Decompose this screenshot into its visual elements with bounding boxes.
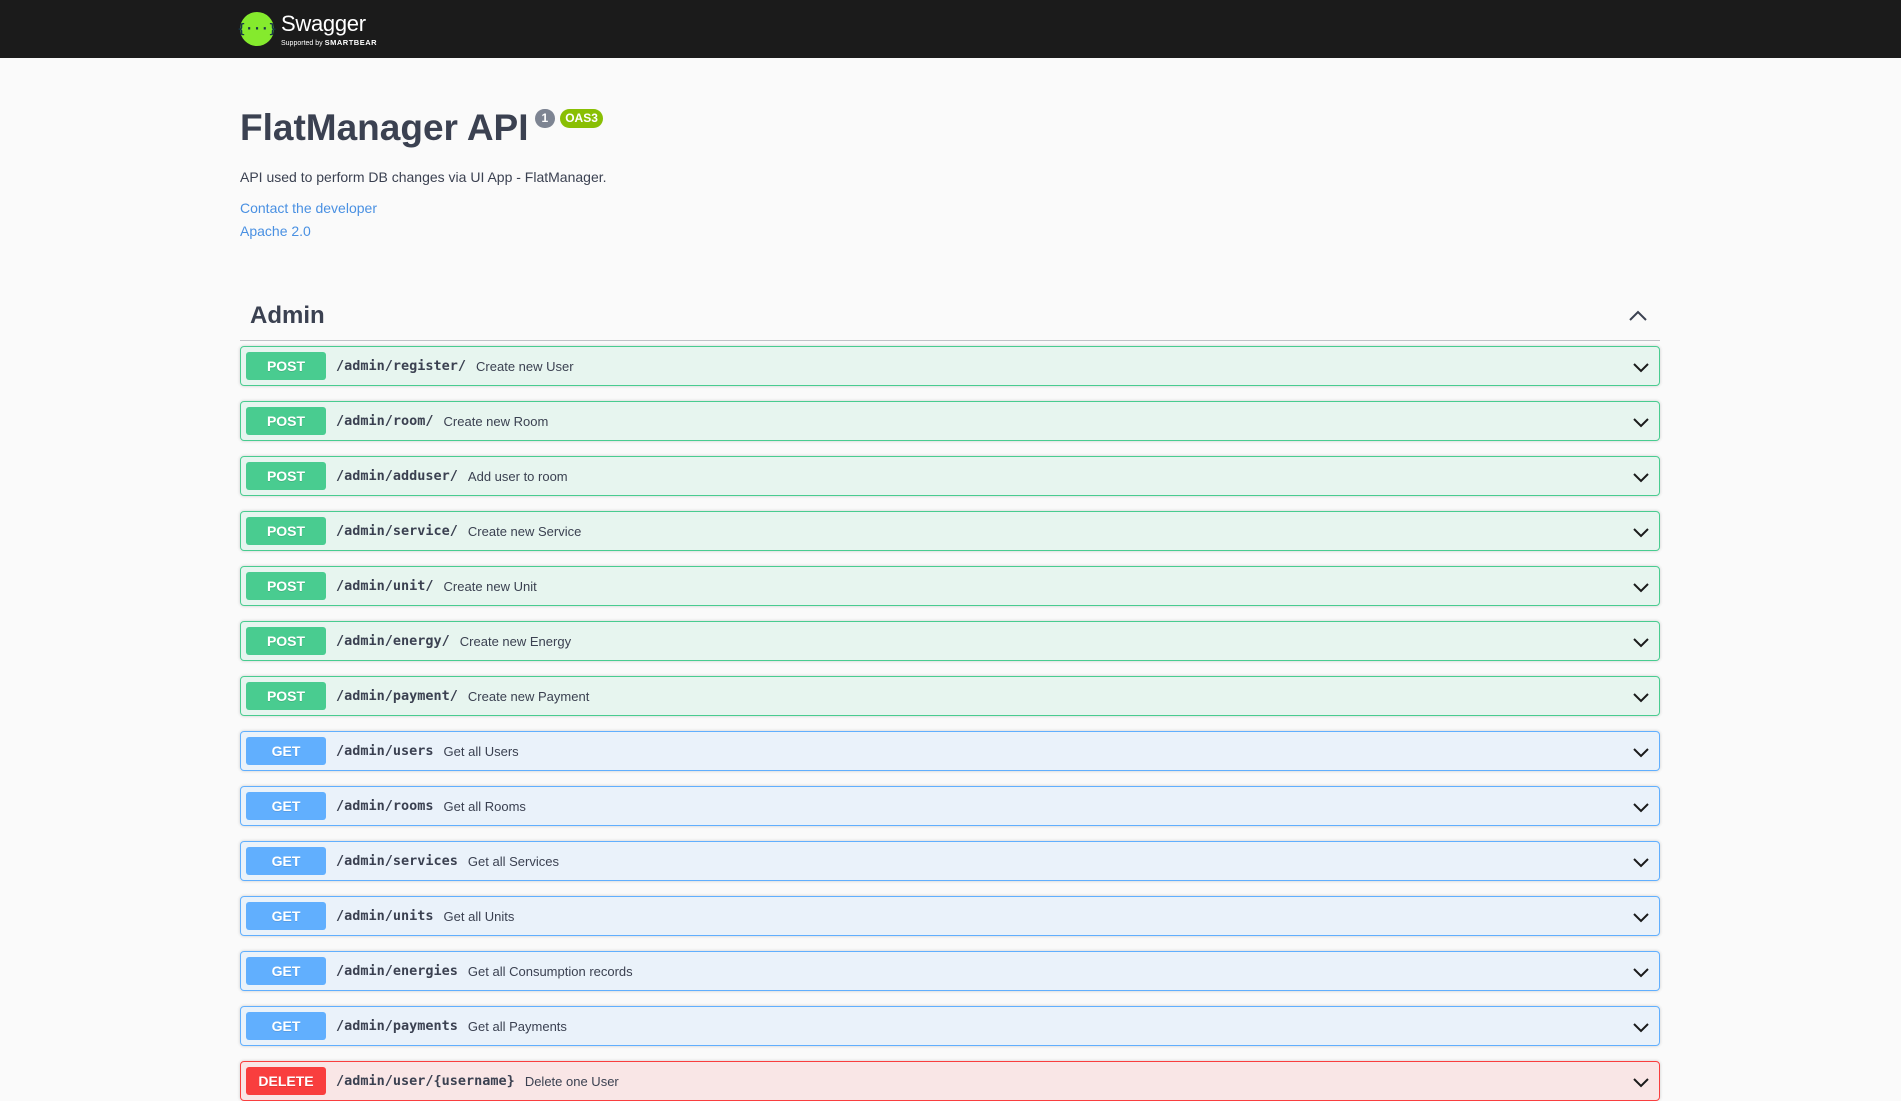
operation-get-row[interactable]: GET/admin/energies Get all Consumption re… (240, 951, 1660, 991)
method-badge: POST (246, 407, 326, 435)
tag-header-admin[interactable]: Admin (240, 292, 1660, 341)
operation-get-row[interactable]: GET/admin/units Get all Units (240, 896, 1660, 936)
method-badge: DELETE (246, 1067, 326, 1095)
brand-sub-prefix: Supported by (281, 40, 323, 47)
operation-get-row[interactable]: GET/admin/payments Get all Payments (240, 1006, 1660, 1046)
chevron-down-icon[interactable] (1631, 742, 1651, 762)
method-badge: POST (246, 462, 326, 490)
operation-post-row[interactable]: POST/admin/payment/Create new Payment (240, 676, 1660, 716)
operation-summary: Get all Users (443, 743, 519, 759)
operation-path: /admin/payments (336, 1018, 458, 1034)
operation-path: /admin/service/ (336, 523, 458, 539)
chevron-down-icon[interactable] (1631, 907, 1651, 927)
method-badge: POST (246, 352, 326, 380)
operation-summary: Create new User (476, 358, 574, 374)
operation-path: /admin/user/{username} (336, 1073, 515, 1089)
method-badge: POST (246, 572, 326, 600)
brand-sub-company: SMARTBEAR (324, 38, 378, 47)
topbar: {···} Swagger Supported by SMARTBEAR (0, 0, 1901, 58)
chevron-down-icon[interactable] (1631, 687, 1651, 707)
operation-post-row[interactable]: POST/admin/room/Create new Room (240, 401, 1660, 441)
operation-post-row[interactable]: POST/admin/energy/Create new Energy (240, 621, 1660, 661)
operation-delete-row[interactable]: DELETE/admin/user/{username} Delete one U… (240, 1061, 1660, 1101)
tag-name: Admin (250, 302, 325, 329)
operation-summary: Create new Service (467, 523, 582, 539)
chevron-down-icon[interactable] (1631, 412, 1651, 432)
swagger-logo[interactable]: {···} Swagger Supported by SMARTBEAR (237, 8, 391, 50)
operation-summary: Get all Consumption records (467, 963, 633, 979)
operation-summary: Get all Units (443, 908, 515, 924)
contact-link[interactable]: Contact the developer (240, 200, 377, 216)
operation-post-row[interactable]: POST/admin/register/Create new User (240, 346, 1660, 386)
chevron-down-icon[interactable] (1631, 962, 1651, 982)
operation-summary: Create new Unit (443, 578, 537, 594)
operation-summary: Get all Payments (467, 1018, 567, 1034)
api-info: FlatManager API 1 OAS3 API used to perfo… (240, 100, 1660, 239)
operation-path: /admin/rooms (336, 798, 434, 814)
method-badge: GET (246, 902, 326, 930)
operation-path: /admin/payment/ (336, 688, 458, 704)
tag-section-admin: Admin POST/admin/register/Create new Use… (240, 292, 1660, 1101)
method-badge: POST (246, 682, 326, 710)
method-badge: GET (246, 957, 326, 985)
method-badge: GET (246, 1012, 326, 1040)
operation-summary: Add user to room (467, 468, 568, 484)
chevron-down-icon[interactable] (1631, 632, 1651, 652)
operation-summary: Create new Payment (467, 688, 590, 704)
operation-path: /admin/services (336, 853, 458, 869)
operation-path: /admin/unit/ (336, 578, 434, 594)
title-row: FlatManager API 1 OAS3 (240, 100, 1660, 156)
chevron-down-icon[interactable] (1631, 852, 1651, 872)
brand-name: Swagger (281, 11, 366, 36)
operation-path: /admin/register/ (336, 358, 467, 374)
oas-badge: OAS3 (560, 109, 603, 128)
operation-get-row[interactable]: GET/admin/users Get all Users (240, 731, 1660, 771)
method-badge: GET (246, 737, 326, 765)
chevron-down-icon[interactable] (1631, 522, 1651, 542)
chevron-down-icon[interactable] (1631, 1072, 1651, 1092)
method-badge: POST (246, 517, 326, 545)
chevron-down-icon[interactable] (1631, 1017, 1651, 1037)
brand-sub: Supported by SMARTBEAR (281, 38, 377, 47)
operation-path: /admin/room/ (336, 413, 434, 429)
logo-text: Swagger Supported by SMARTBEAR (281, 8, 391, 50)
license-link[interactable]: Apache 2.0 (240, 223, 311, 239)
operation-post-row[interactable]: POST/admin/adduser/Add user to room (240, 456, 1660, 496)
operation-post-row[interactable]: POST/admin/unit/Create new Unit (240, 566, 1660, 606)
operation-get-row[interactable]: GET/admin/rooms Get all Rooms (240, 786, 1660, 826)
chevron-down-icon[interactable] (1631, 797, 1651, 817)
operation-path: /admin/energies (336, 963, 458, 979)
method-badge: POST (246, 627, 326, 655)
page-title: FlatManager API (240, 107, 529, 148)
operation-summary: Create new Energy (459, 633, 572, 649)
operation-summary: Create new Room (443, 413, 549, 429)
chevron-down-icon[interactable] (1631, 577, 1651, 597)
chevron-up-icon[interactable] (1626, 304, 1650, 328)
operation-post-row[interactable]: POST/admin/service/Create new Service (240, 511, 1660, 551)
operation-summary: Get all Rooms (443, 798, 526, 814)
operation-path: /admin/users (336, 743, 434, 759)
operation-summary: Get all Services (467, 853, 559, 869)
chevron-down-icon[interactable] (1631, 467, 1651, 487)
operation-summary: Delete one User (524, 1073, 619, 1089)
operation-path: /admin/energy/ (336, 633, 450, 649)
operation-path: /admin/adduser/ (336, 468, 458, 484)
method-badge: GET (246, 847, 326, 875)
operation-path: /admin/units (336, 908, 434, 924)
operation-get-row[interactable]: GET/admin/services Get all Services (240, 841, 1660, 881)
version-badge: 1 (534, 109, 556, 128)
api-description: API used to perform DB changes via UI Ap… (240, 169, 607, 185)
swagger-logo-icon: {···} (237, 12, 277, 46)
method-badge: GET (246, 792, 326, 820)
chevron-down-icon[interactable] (1631, 357, 1651, 377)
